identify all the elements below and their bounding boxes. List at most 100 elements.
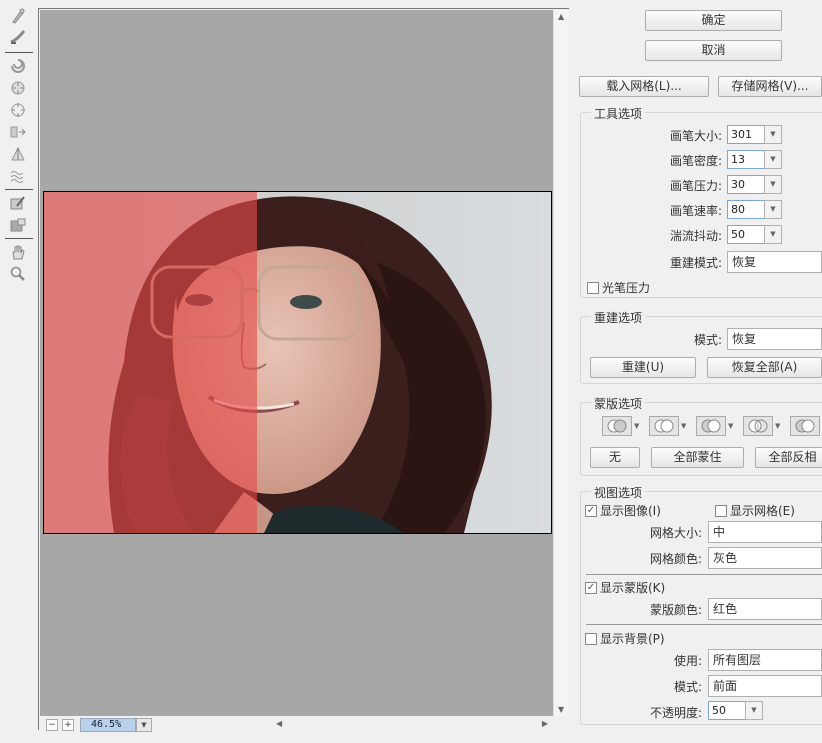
restore-all-button[interactable]: 恢复全部(A) xyxy=(707,357,822,378)
bloat-icon[interactable] xyxy=(8,100,28,120)
opacity-field[interactable]: 50 xyxy=(708,701,746,720)
brush-rate-label: 画笔速率: xyxy=(669,204,722,218)
tool-column xyxy=(0,0,36,743)
mesh-size-select[interactable]: 中 xyxy=(708,521,822,543)
backdrop-mode-select[interactable]: 前面 xyxy=(708,675,822,697)
reconstruct-options-mode-select[interactable]: 恢复 xyxy=(727,328,822,350)
show-image-label: 显示图像(I) xyxy=(600,504,661,518)
zoom-icon[interactable] xyxy=(8,264,28,284)
view-options-title: 视图选项 xyxy=(591,484,646,501)
reconstruct-icon[interactable] xyxy=(8,27,28,47)
invert-selection-icon[interactable] xyxy=(790,416,820,436)
section-divider xyxy=(586,574,822,575)
tool-divider xyxy=(5,238,33,239)
brush-size-label: 画笔大小: xyxy=(669,129,722,143)
opacity-label: 不透明度: xyxy=(649,706,702,720)
chevron-down-icon[interactable]: ▼ xyxy=(745,701,763,720)
freeze-mask-icon[interactable] xyxy=(8,193,28,213)
show-mesh-label: 显示网格(E) xyxy=(730,504,795,518)
section-divider xyxy=(586,624,822,625)
brush-pressure-label: 画笔压力: xyxy=(669,179,722,193)
hand-icon[interactable] xyxy=(8,242,28,262)
chevron-down-icon[interactable]: ▼ xyxy=(775,422,780,430)
use-select[interactable]: 所有图层 xyxy=(708,649,822,671)
portrait-photo xyxy=(44,192,551,533)
brush-size-field[interactable]: 301 xyxy=(727,125,765,144)
turbulent-jitter-label: 湍流抖动: xyxy=(669,229,722,243)
chevron-down-icon[interactable]: ▼ xyxy=(764,125,782,144)
check-icon[interactable]: ✓ xyxy=(585,504,597,517)
preview-image[interactable] xyxy=(43,191,552,534)
chevron-down-icon[interactable]: ▼ xyxy=(764,150,782,169)
scroll-right-icon[interactable]: ▶ xyxy=(542,719,548,728)
zoom-out-button[interactable]: − xyxy=(46,719,58,731)
reconstruct-mode-label-2: 模式: xyxy=(693,333,722,347)
use-label: 使用: xyxy=(673,654,702,668)
chevron-down-icon[interactable]: ▼ xyxy=(634,422,639,430)
chevron-down-icon[interactable]: ▼ xyxy=(764,225,782,244)
reconstruct-options-title: 重建选项 xyxy=(591,309,646,326)
push-left-icon[interactable] xyxy=(8,122,28,142)
show-mask-label: 显示蒙版(K) xyxy=(600,581,666,595)
checkbox-box[interactable] xyxy=(715,504,727,517)
zoom-bar: − + 46.5% ▼ ◀ ▶ xyxy=(40,716,553,733)
replace-selection-icon[interactable] xyxy=(602,416,632,436)
show-backdrop-checkbox[interactable]: 显示背景(P) xyxy=(585,630,665,647)
twirl-icon[interactable] xyxy=(8,56,28,76)
mesh-color-label: 网格颜色: xyxy=(649,552,702,566)
horizontal-scrollbar[interactable]: ◀ ▶ xyxy=(276,719,548,731)
intersect-selection-icon[interactable] xyxy=(743,416,773,436)
ok-button[interactable]: 确定 xyxy=(645,10,782,31)
chevron-down-icon[interactable]: ▼ xyxy=(681,422,686,430)
add-to-selection-icon[interactable] xyxy=(649,416,679,436)
reconstruct-mode-label: 重建模式: xyxy=(669,256,722,270)
mask-none-button[interactable]: 无 xyxy=(590,447,640,468)
brush-rate-field[interactable]: 80 xyxy=(727,200,765,219)
brush-density-field[interactable]: 13 xyxy=(727,150,765,169)
mask-all-button[interactable]: 全部蒙住 xyxy=(651,447,744,468)
reconstruct-button[interactable]: 重建(U) xyxy=(590,357,696,378)
pucker-icon[interactable] xyxy=(8,78,28,98)
chevron-down-icon[interactable]: ▼ xyxy=(136,718,152,732)
turbulence-icon[interactable] xyxy=(8,166,28,186)
mesh-color-select[interactable]: 灰色 xyxy=(708,547,822,569)
brush-density-label: 画笔密度: xyxy=(669,154,722,168)
tool-divider xyxy=(5,189,33,190)
checkbox-box[interactable] xyxy=(585,632,597,645)
mesh-size-label: 网格大小: xyxy=(649,526,702,540)
scroll-up-icon[interactable]: ▲ xyxy=(558,12,564,21)
zoom-level-field[interactable]: 46.5% xyxy=(80,718,136,732)
mask-color-select[interactable]: 红色 xyxy=(708,598,822,620)
show-backdrop-label: 显示背景(P) xyxy=(600,632,665,646)
mask-color-label: 蒙版颜色: xyxy=(649,603,702,617)
tool-divider xyxy=(5,52,33,53)
stylus-pressure-label: 光笔压力 xyxy=(602,281,651,295)
chevron-down-icon[interactable]: ▼ xyxy=(764,175,782,194)
scroll-down-icon[interactable]: ▼ xyxy=(558,705,564,714)
load-mesh-button[interactable]: 载入网格(L)... xyxy=(579,76,709,97)
backdrop-mode-label: 模式: xyxy=(673,680,702,694)
checkbox-box[interactable] xyxy=(587,281,599,294)
mirror-icon[interactable] xyxy=(8,144,28,164)
mask-options-title: 蒙版选项 xyxy=(591,395,646,412)
vertical-scrollbar[interactable]: ▲ ▼ xyxy=(553,10,569,716)
show-mesh-checkbox[interactable]: 显示网格(E) xyxy=(715,502,795,519)
check-icon[interactable]: ✓ xyxy=(585,581,597,594)
chevron-down-icon[interactable]: ▼ xyxy=(764,200,782,219)
thaw-mask-icon[interactable] xyxy=(8,215,28,235)
tool-options-title: 工具选项 xyxy=(591,105,646,122)
brush-pressure-field[interactable]: 30 xyxy=(727,175,765,194)
reconstruct-mode-select[interactable]: 恢复 xyxy=(727,251,822,273)
show-image-checkbox[interactable]: ✓ 显示图像(I) xyxy=(585,502,661,519)
subtract-from-selection-icon[interactable] xyxy=(696,416,726,436)
show-mask-checkbox[interactable]: ✓ 显示蒙版(K) xyxy=(585,579,665,596)
turbulent-jitter-field[interactable]: 50 xyxy=(727,225,765,244)
zoom-in-button[interactable]: + xyxy=(62,719,74,731)
stylus-pressure-checkbox[interactable]: 光笔压力 xyxy=(587,279,650,296)
forward-warp-icon[interactable] xyxy=(8,6,28,26)
save-mesh-button[interactable]: 存储网格(V)... xyxy=(718,76,822,97)
cancel-button[interactable]: 取消 xyxy=(645,40,782,61)
chevron-down-icon[interactable]: ▼ xyxy=(728,422,733,430)
invert-all-button[interactable]: 全部反相 xyxy=(755,447,822,468)
scroll-left-icon[interactable]: ◀ xyxy=(276,719,282,728)
